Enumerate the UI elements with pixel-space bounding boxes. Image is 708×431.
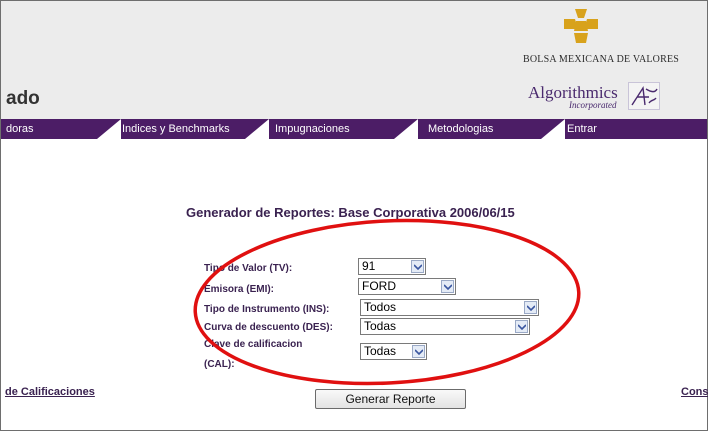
chevron-down-icon[interactable] [412, 345, 425, 358]
main-content [1, 140, 707, 430]
nav-item-impugnaciones[interactable]: Impugnaciones [275, 123, 350, 135]
curva-descuento-value: Todas [364, 319, 397, 333]
algorithmics-logo-icon [628, 82, 660, 110]
generar-reporte-button[interactable]: Generar Reporte [315, 389, 466, 409]
page-title: ado [6, 88, 40, 109]
tipo-valor-label: Tipo de Valor (TV): [204, 263, 293, 274]
algorithmics-subtitle: Incorporated [569, 100, 617, 110]
nav-item-calificadoras[interactable]: doras [6, 123, 34, 135]
emisora-label: Emisora (EMI): [204, 284, 275, 295]
nav-item-metodologias[interactable]: Metodologias [428, 123, 493, 135]
nav-item-entrar[interactable]: Entrar [567, 123, 597, 135]
consulta-link[interactable]: Cons [681, 386, 708, 398]
nav-separator [97, 119, 121, 139]
clave-calificacion-select[interactable]: Todas [360, 343, 427, 360]
clave-calificacion-label-cal: (CAL): [204, 359, 235, 370]
bmv-label: BOLSA MEXICANA DE VALORES [523, 54, 680, 65]
chevron-down-icon[interactable] [441, 280, 454, 293]
tipo-instrumento-label: Tipo de Instrumento (INS): [204, 304, 330, 315]
main-navigation: doras Indices y Benchmarks Impugnaciones… [1, 119, 707, 139]
emisora-select[interactable]: FORD [358, 278, 456, 295]
tipo-instrumento-value: Todos [364, 300, 397, 314]
nav-item-indices-benchmarks[interactable]: Indices y Benchmarks [122, 123, 230, 135]
chevron-down-icon[interactable] [524, 301, 537, 314]
curva-descuento-select[interactable]: Todas [360, 318, 530, 335]
nav-separator [541, 119, 565, 139]
calificaciones-link[interactable]: de Calificaciones [5, 386, 95, 398]
tipo-valor-value: 91 [362, 259, 376, 273]
emisora-value: FORD [362, 279, 396, 293]
tipo-valor-select[interactable]: 91 [358, 258, 426, 275]
curva-descuento-label: Curva de descuento (DES): [204, 322, 333, 333]
report-title: Generador de Reportes: Base Corporativa … [186, 205, 515, 220]
nav-separator [245, 119, 269, 139]
tipo-instrumento-select[interactable]: Todos [360, 299, 539, 316]
chevron-down-icon[interactable] [411, 260, 424, 273]
clave-calificacion-value: Todas [364, 344, 397, 358]
bmv-logo-icon [564, 9, 598, 43]
chevron-down-icon[interactable] [515, 320, 528, 333]
nav-separator [394, 119, 418, 139]
site-header: BOLSA MEXICANA DE VALORES ado Algorithmi… [1, 1, 707, 119]
clave-calificacion-label: Clave de calificacion [204, 339, 303, 350]
